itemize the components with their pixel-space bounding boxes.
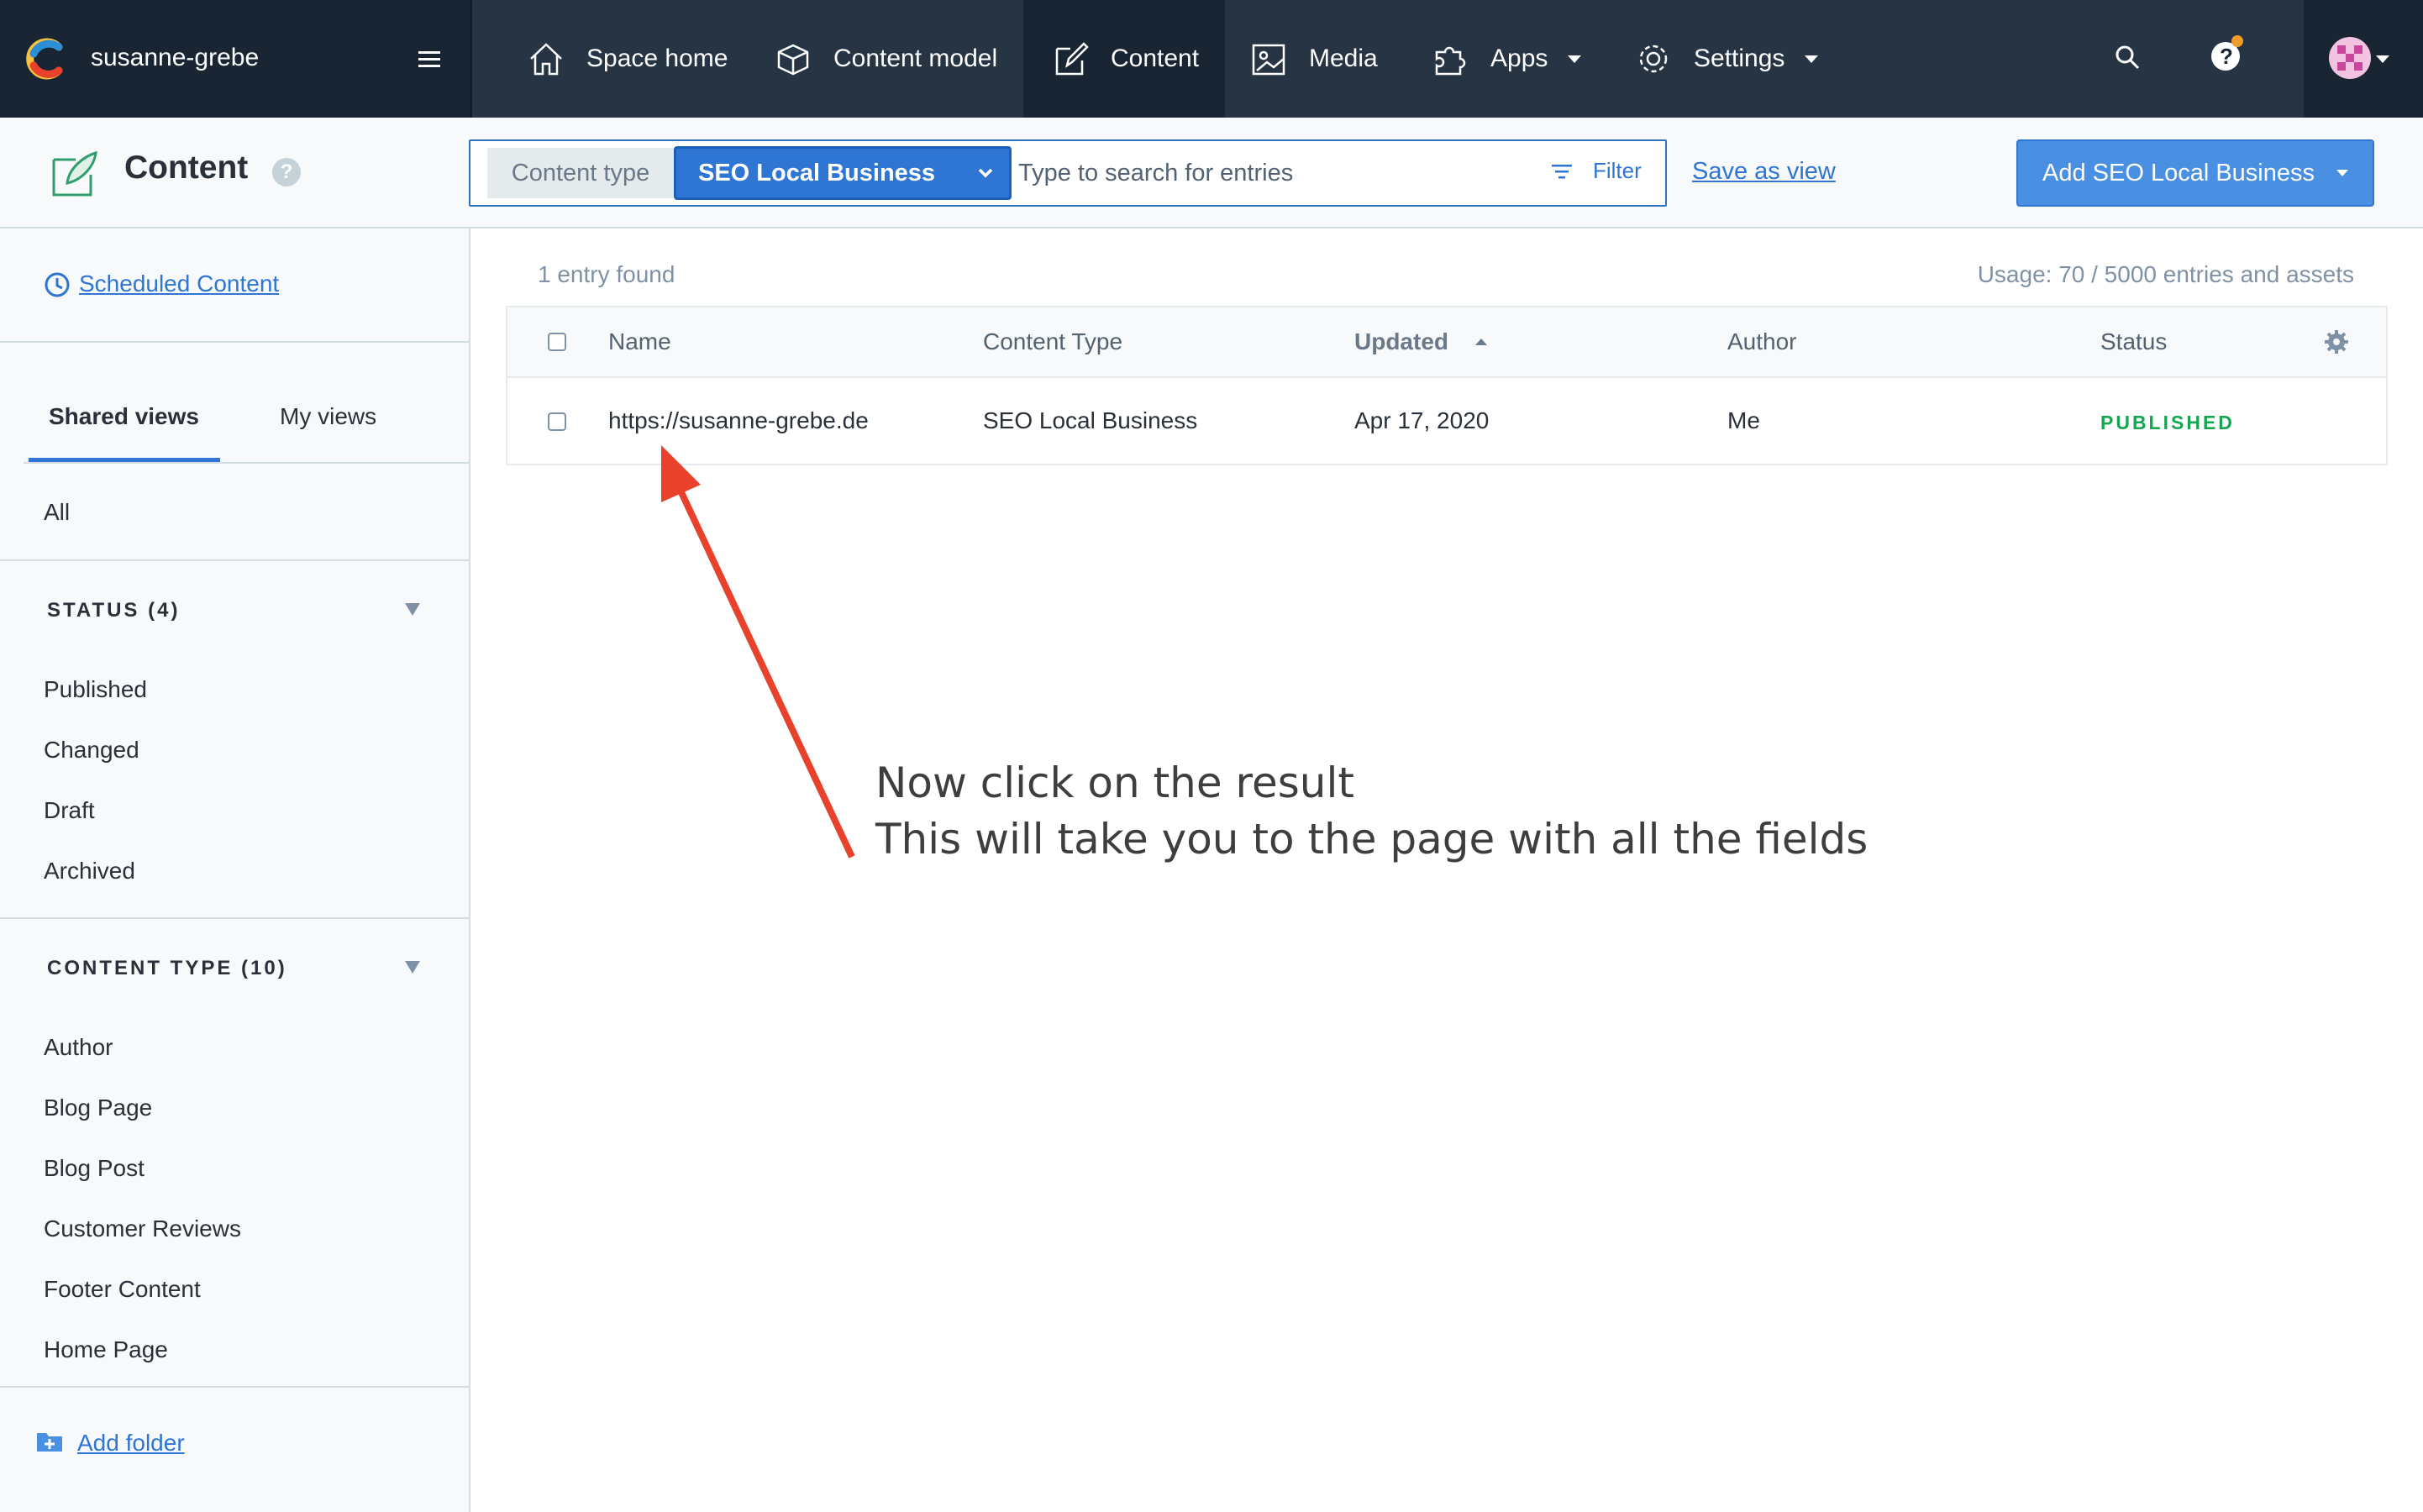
folder-plus-icon xyxy=(37,1433,62,1452)
pencil-square-icon xyxy=(1055,42,1089,76)
row-checkbox[interactable] xyxy=(548,412,566,431)
avatar xyxy=(2329,37,2371,79)
user-menu[interactable] xyxy=(2304,0,2423,118)
ct-home-page[interactable]: Home Page xyxy=(44,1336,168,1363)
view-all[interactable]: All xyxy=(44,499,70,526)
annotation-line-1: Now click on the result xyxy=(875,759,1354,807)
filter-button[interactable]: Filter xyxy=(1551,158,1642,184)
help-circle-icon[interactable]: ? xyxy=(272,158,301,186)
cube-icon xyxy=(777,44,809,76)
chevron-down-icon xyxy=(2336,170,2348,176)
ct-footer-content[interactable]: Footer Content xyxy=(44,1276,201,1303)
divider xyxy=(0,1386,469,1388)
entry-content-type: SEO Local Business xyxy=(983,407,1198,433)
usage-info: Usage: 70 / 5000 entries and assets xyxy=(1977,261,2354,287)
divider xyxy=(0,917,469,919)
nav-label: Space home xyxy=(586,45,728,72)
image-icon xyxy=(1252,44,1285,76)
status-badge: PUBLISHED xyxy=(2100,412,2235,433)
chevron-down-icon xyxy=(2376,55,2389,63)
tab-shared-views[interactable]: Shared views xyxy=(49,403,199,430)
column-author[interactable]: Author xyxy=(1727,328,1797,355)
divider xyxy=(0,559,469,561)
ct-blog-page[interactable]: Blog Page xyxy=(44,1095,152,1121)
column-settings-gear-icon[interactable] xyxy=(2324,329,2349,354)
hamburger-menu-icon[interactable] xyxy=(417,49,442,69)
add-folder-link[interactable]: Add folder xyxy=(77,1430,185,1457)
house-icon xyxy=(530,43,562,76)
chevron-down-icon xyxy=(978,168,993,178)
main-nav: Space home Content model Content Media A… xyxy=(472,0,2304,118)
nav-label: Media xyxy=(1309,45,1378,72)
entry-name[interactable]: https://susanne-grebe.de xyxy=(608,407,869,434)
nav-content-model[interactable]: Content model xyxy=(775,0,997,118)
save-as-view-link[interactable]: Save as view xyxy=(1692,158,1836,186)
column-status[interactable]: Status xyxy=(2100,328,2167,355)
tab-my-views[interactable]: My views xyxy=(280,403,376,430)
collapse-triangle-icon[interactable] xyxy=(405,603,420,616)
puzzle-icon xyxy=(1435,46,1466,76)
search-icon[interactable] xyxy=(2114,44,2141,71)
ct-customer-reviews[interactable]: Customer Reviews xyxy=(44,1215,241,1242)
nav-label: Content xyxy=(1111,45,1200,72)
divider xyxy=(0,341,469,343)
chevron-down-icon xyxy=(1805,55,1819,63)
content-type-select[interactable]: SEO Local Business xyxy=(674,146,1012,200)
annotation-line-2: This will take you to the page with all … xyxy=(875,815,1868,864)
filter-label: Filter xyxy=(1593,158,1642,183)
status-changed[interactable]: Changed xyxy=(44,737,139,764)
notification-dot xyxy=(2231,35,2243,47)
page-title: Content xyxy=(124,150,249,186)
status-published[interactable]: Published xyxy=(44,676,147,703)
ct-blog-post[interactable]: Blog Post xyxy=(44,1155,145,1182)
space-name: susanne-grebe xyxy=(91,44,260,71)
sort-ascending-icon[interactable] xyxy=(1475,339,1487,345)
nav-content[interactable]: Content xyxy=(1023,0,1225,118)
search-input[interactable] xyxy=(1018,153,1522,193)
divider xyxy=(24,462,469,464)
nav-label: Settings xyxy=(1694,45,1785,72)
scheduled-content-link[interactable]: Scheduled Content xyxy=(79,270,279,297)
column-content-type[interactable]: Content Type xyxy=(983,328,1122,355)
column-name[interactable]: Name xyxy=(608,328,671,355)
collapse-triangle-icon[interactable] xyxy=(405,961,420,974)
status-draft[interactable]: Draft xyxy=(44,797,95,824)
content-type-pill-label: Content type xyxy=(487,148,674,198)
chevron-down-icon xyxy=(1568,55,1582,63)
nav-label: Apps xyxy=(1490,45,1548,72)
status-heading[interactable]: STATUS (4) xyxy=(47,599,180,622)
nav-space-home[interactable]: Space home xyxy=(528,0,728,118)
filter-icon xyxy=(1552,164,1572,178)
content-icon xyxy=(52,150,97,197)
column-updated[interactable]: Updated xyxy=(1354,328,1448,355)
content-type-value: SEO Local Business xyxy=(698,159,936,186)
select-all-checkbox[interactable] xyxy=(548,333,566,351)
entry-count: 1 entry found xyxy=(538,261,675,287)
status-archived[interactable]: Archived xyxy=(44,858,135,885)
nav-apps[interactable]: Apps xyxy=(1432,0,1582,118)
add-entry-button[interactable]: Add SEO Local Business xyxy=(2016,139,2374,207)
content-type-heading[interactable]: CONTENT TYPE (10) xyxy=(47,957,287,980)
nav-label: Content model xyxy=(833,45,998,72)
nav-media[interactable]: Media xyxy=(1250,0,1378,118)
gear-icon xyxy=(1639,45,1668,73)
ct-author[interactable]: Author xyxy=(44,1034,113,1061)
space-switcher[interactable]: susanne-grebe xyxy=(0,0,472,118)
entry-author: Me xyxy=(1727,407,1760,433)
entry-updated: Apr 17, 2020 xyxy=(1354,407,1490,433)
clock-icon xyxy=(45,272,70,297)
nav-settings[interactable]: Settings xyxy=(1635,0,1819,118)
help-icon[interactable]: ? xyxy=(2211,35,2243,71)
contentful-logo-icon xyxy=(26,38,63,80)
add-entry-label: Add SEO Local Business xyxy=(2042,159,2315,186)
